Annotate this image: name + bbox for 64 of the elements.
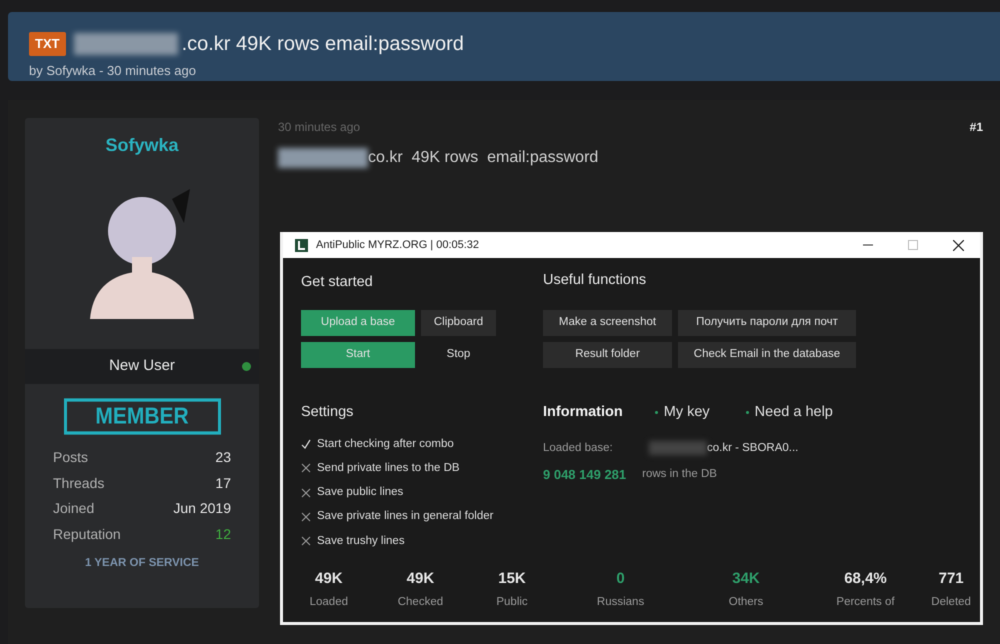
tab-dot xyxy=(654,411,658,414)
stat-label: Reputation xyxy=(53,524,121,544)
post-number[interactable]: #1 xyxy=(970,118,983,136)
cross-icon[interactable] xyxy=(301,463,311,474)
loaded-base-value: co.kr - SBORA0... xyxy=(707,440,798,456)
close-icon[interactable] xyxy=(953,240,964,250)
tab-dot xyxy=(746,411,749,414)
setting-label: Start checking after combo xyxy=(317,436,454,452)
info-tab[interactable]: Need a help xyxy=(754,402,833,424)
info-tab[interactable]: Information xyxy=(543,402,623,424)
prefix-tag: TXT xyxy=(29,32,66,56)
redaction-mark xyxy=(649,441,707,456)
setting-label: Save private lines in general folder xyxy=(317,509,494,524)
setting-label: Save public lines xyxy=(317,485,404,500)
stat-caption: Russians xyxy=(596,595,646,610)
member-badge: MEMBER xyxy=(64,398,220,435)
app-button[interactable]: Check Email in the database xyxy=(678,342,856,368)
loaded-base-label: Loaded base: xyxy=(543,440,614,456)
post-text: co.kr 49K rows email:password xyxy=(368,148,598,168)
section-heading: Useful functions xyxy=(543,271,648,290)
app-logo-icon xyxy=(295,238,308,252)
post-time: 30 minutes ago xyxy=(278,119,360,136)
stat-caption: Others xyxy=(728,595,764,610)
stat-caption: Percents of xyxy=(835,595,896,610)
rows-count: 9 048 149 281 xyxy=(543,466,626,484)
stat-number: 68,4% xyxy=(843,568,888,589)
app-button[interactable]: Make a screenshot xyxy=(543,310,672,336)
stat-number: 34K xyxy=(731,568,761,589)
stat-value: Jun 2019 xyxy=(173,499,231,518)
cross-icon[interactable] xyxy=(301,536,311,546)
stat-number: 49K xyxy=(406,568,436,589)
cross-icon[interactable] xyxy=(301,488,311,498)
app-button[interactable]: Result folder xyxy=(543,342,672,368)
thread-title: .co.kr 49K rows email:password xyxy=(182,32,464,57)
service-award: 1 YEAR OF SERVICE xyxy=(85,556,199,571)
rows-label: rows in the DB xyxy=(642,466,717,482)
stat-label: Posts xyxy=(53,448,88,467)
thread-byline: by Sofywka - 30 minutes ago xyxy=(29,62,197,80)
stat-value: 23 xyxy=(215,448,231,467)
setting-label: Save trushy lines xyxy=(317,534,405,548)
stat-number: 15K xyxy=(497,568,527,589)
user-rank: New User xyxy=(109,356,175,376)
setting-label: Send private lines to the DB xyxy=(317,460,460,476)
stat-caption: Loaded xyxy=(308,595,349,610)
stat-caption: Public xyxy=(495,595,529,610)
cross-icon[interactable] xyxy=(301,512,311,522)
section-heading: Get started xyxy=(301,273,374,292)
stat-caption: Deleted xyxy=(930,595,972,610)
app-button[interactable]: Clipboard xyxy=(421,310,496,336)
stat-label: Joined xyxy=(53,499,94,518)
username[interactable]: Sofywka xyxy=(105,132,179,159)
stat-number: 771 xyxy=(938,568,965,589)
stat-number: 0 xyxy=(615,568,626,589)
stat-caption: Checked xyxy=(396,595,444,610)
info-tab[interactable]: My key xyxy=(664,402,710,424)
stat-label: Threads xyxy=(53,474,104,492)
stat-value: 12 xyxy=(215,524,231,544)
app-button[interactable]: Получить пароли для почт xyxy=(678,310,856,336)
window-title: AntiPublic MYRZ.ORG | 00:05:32 xyxy=(316,238,480,253)
app-button[interactable]: Stop xyxy=(421,342,496,368)
stat-value: 17 xyxy=(215,474,231,492)
stat-number: 49K xyxy=(314,568,344,589)
section-heading: Settings xyxy=(301,402,354,422)
check-icon[interactable] xyxy=(301,439,311,450)
